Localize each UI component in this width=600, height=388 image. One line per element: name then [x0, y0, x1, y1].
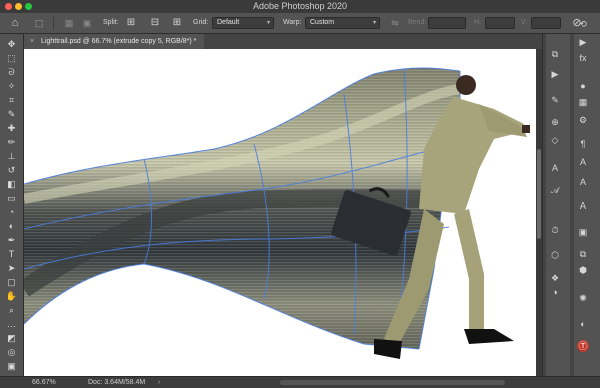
- healing-icon[interactable]: ✚: [4, 122, 19, 135]
- history-brush-icon[interactable]: ↺: [4, 164, 19, 177]
- properties-icon[interactable]: ◑: [548, 286, 562, 298]
- color-icon[interactable]: ●: [576, 80, 590, 92]
- dodge-icon[interactable]: ◐: [4, 220, 19, 233]
- cube-icon[interactable]: ⬢: [576, 264, 590, 276]
- options-bar: ⌂ ⬚ ▦ ▣ Split: ⊞ ⊟ ⊞ Grid: Default ▾ War…: [0, 13, 600, 34]
- paragraph-icon[interactable]: ¶: [576, 138, 590, 150]
- character-icon[interactable]: A: [548, 162, 562, 174]
- screen-mode-icon[interactable]: ▣: [4, 360, 19, 373]
- play-action-icon[interactable]: ▶: [576, 36, 590, 48]
- split-vertical-icon[interactable]: ⊟: [148, 16, 162, 30]
- light-trail-image: [24, 67, 530, 359]
- grid-label: Grid:: [193, 19, 209, 26]
- document-size: Doc: 3.64M/58.4M: [88, 379, 146, 386]
- orientation-icon[interactable]: ⇋: [388, 16, 402, 30]
- bend-field[interactable]: [428, 17, 466, 29]
- split-horizontal-icon[interactable]: ⊞: [170, 16, 184, 30]
- image-icon[interactable]: ▣: [576, 226, 590, 238]
- adjustment-icon[interactable]: ⊕: [548, 116, 562, 128]
- play-icon[interactable]: ▶: [548, 68, 562, 80]
- font-icon[interactable]: Ａ: [576, 200, 590, 212]
- shapes-icon[interactable]: ◇: [548, 134, 562, 146]
- gradient-icon[interactable]: ▭: [4, 192, 19, 205]
- warp-value: Custom: [310, 19, 335, 26]
- crop-icon[interactable]: ⌗: [4, 94, 19, 107]
- navigator-icon[interactable]: ✺: [576, 292, 590, 304]
- document-tab-bar: × Lighttrail.psd @ 66.7% (extrude copy 5…: [24, 34, 542, 49]
- rectangle-icon[interactable]: ▢: [4, 276, 19, 289]
- pen-icon[interactable]: ✒: [4, 234, 19, 247]
- bend-label: Bend:: [408, 19, 427, 26]
- clone-stamp-icon[interactable]: ⊥: [4, 150, 19, 163]
- user-icon[interactable]: Ⓣ: [577, 340, 589, 352]
- timeline-icon[interactable]: ⏱: [548, 224, 562, 236]
- status-bar: 66.67% Doc: 3.64M/58.4M ›: [0, 376, 600, 388]
- close-tab-icon[interactable]: ×: [30, 38, 34, 45]
- glyphs-icon[interactable]: 𝒜: [548, 184, 562, 196]
- brush-settings-icon[interactable]: ✎: [548, 94, 562, 106]
- panel-dock: [542, 34, 600, 376]
- warp-select[interactable]: Custom ▾: [305, 17, 380, 29]
- chevron-down-icon: ▾: [266, 20, 270, 26]
- magic-wand-icon[interactable]: ✧: [4, 80, 19, 93]
- path-selection-icon[interactable]: ➤: [4, 262, 19, 275]
- more-tools-icon[interactable]: …: [4, 318, 19, 331]
- zoom-icon[interactable]: ⌕: [4, 304, 19, 317]
- horizontal-scrollbar[interactable]: [280, 380, 505, 385]
- window-title: Adobe Photoshop 2020: [252, 1, 348, 11]
- grid-select[interactable]: Default ▾: [212, 17, 274, 29]
- canvas-area[interactable]: [24, 49, 542, 376]
- reference-point-icon[interactable]: ▦: [62, 16, 76, 30]
- swatches-icon[interactable]: ▦: [576, 96, 590, 108]
- adjustments-icon[interactable]: ⚙: [576, 114, 590, 126]
- panel-column-left: [546, 34, 570, 376]
- 3d-icon[interactable]: ⬡: [548, 249, 562, 261]
- brush-icon[interactable]: ✏: [4, 136, 19, 149]
- tools-panel: ✥ ⬚ ᘐ ✧ ⌗ ✎ ✚ ✏ ⊥ ↺ ◧ ▭ ◔ ◐ ✒ T ➤ ▢ ✋ ⌕… ◩ ◎ ▣: [0, 34, 24, 376]
- lasso-icon[interactable]: ᘐ: [4, 66, 19, 79]
- char-styles-icon[interactable]: A: [576, 156, 590, 168]
- v-field[interactable]: [531, 17, 561, 29]
- title-bar: Adobe Photoshop 2020: [0, 0, 600, 13]
- quick-mask-icon[interactable]: ◎: [4, 346, 19, 359]
- type-a-icon[interactable]: A: [576, 176, 590, 188]
- split-cross-icon[interactable]: ⊞: [124, 16, 138, 30]
- h-field[interactable]: [485, 17, 515, 29]
- libraries-icon[interactable]: ❖: [548, 272, 562, 284]
- document-canvas[interactable]: [24, 49, 536, 376]
- document-tab[interactable]: × Lighttrail.psd @ 66.7% (extrude copy 5…: [24, 34, 205, 49]
- fx-icon[interactable]: fx: [576, 52, 590, 64]
- info-icon[interactable]: ◐: [576, 318, 590, 330]
- colors-icon[interactable]: ◩: [4, 332, 19, 345]
- home-icon[interactable]: ⌂: [8, 16, 22, 30]
- move-icon[interactable]: ✥: [4, 38, 19, 51]
- chevron-down-icon: ▾: [372, 20, 376, 26]
- document-tab-label: Lighttrail.psd @ 66.7% (extrude copy 5, …: [41, 38, 197, 45]
- h-label: H:: [474, 19, 481, 26]
- grid-value: Default: [217, 19, 240, 26]
- layers-icon[interactable]: ⧉: [548, 48, 562, 60]
- zoom-level[interactable]: 66.67%: [32, 377, 56, 388]
- transform-tool-icon[interactable]: ⬚: [32, 16, 46, 30]
- split-label: Split:: [103, 19, 119, 26]
- blur-icon[interactable]: ◔: [4, 206, 19, 219]
- eyedropper-icon[interactable]: ✎: [4, 108, 19, 121]
- eraser-icon[interactable]: ◧: [4, 178, 19, 191]
- marquee-icon[interactable]: ⬚: [4, 52, 19, 65]
- v-label: V:: [521, 19, 528, 26]
- warp-mode-icon[interactable]: ▣: [80, 16, 94, 30]
- history-icon[interactable]: ⟲: [576, 18, 590, 30]
- hand-icon[interactable]: ✋: [4, 290, 19, 303]
- type-icon[interactable]: T: [4, 248, 19, 261]
- status-menu-chevron-icon[interactable]: ›: [158, 377, 160, 388]
- channels-icon[interactable]: ⧉: [576, 248, 590, 260]
- warp-label: Warp:: [283, 19, 302, 26]
